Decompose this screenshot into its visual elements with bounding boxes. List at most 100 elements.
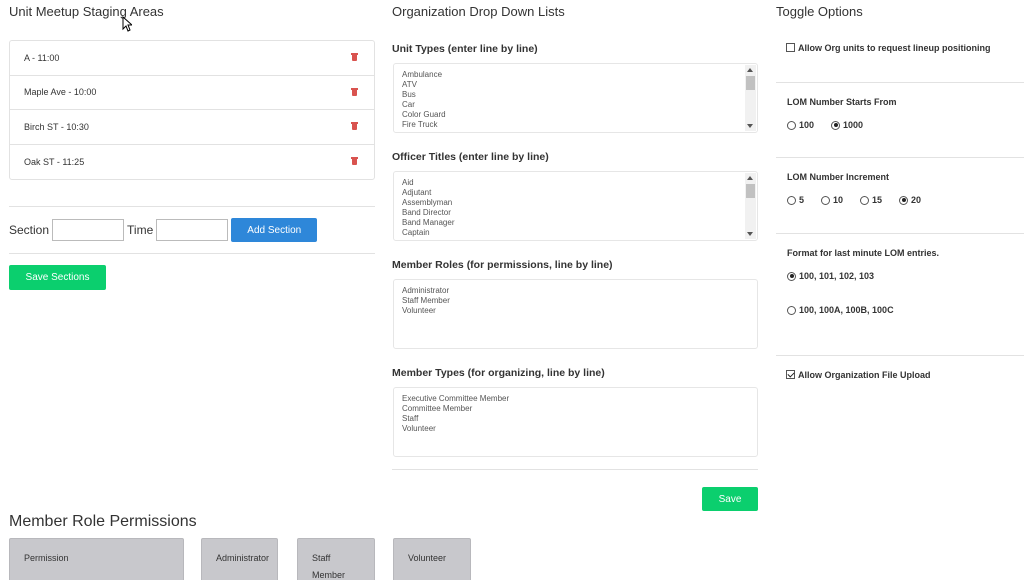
header-label: Staff Member [312, 553, 346, 580]
text-line: Ambulance [402, 70, 443, 79]
radio-label: 1000 [843, 120, 864, 130]
allow-lineup-label: Allow Org units to request lineup positi… [798, 43, 991, 53]
scroll-thumb[interactable] [746, 76, 755, 90]
add-section-button[interactable]: Add Section [231, 218, 318, 242]
radio-label: 20 [911, 195, 922, 205]
lom-start-radio-100[interactable] [787, 120, 796, 130]
lom-increment-radio-10[interactable] [821, 195, 831, 205]
divider [9, 206, 375, 207]
scroll-down-icon[interactable] [747, 124, 753, 128]
lom-start-label: LOM Number Starts From [787, 97, 897, 107]
time-label: Time [127, 223, 154, 237]
scrollbar[interactable] [745, 173, 756, 239]
text-line: Staff [402, 414, 419, 423]
text-line: Assemblyman [402, 198, 453, 207]
header-label: Permission [24, 553, 69, 563]
mouse-cursor-icon [122, 16, 132, 32]
allow-file-upload-checkbox[interactable] [786, 370, 795, 379]
save-sections-button[interactable]: Save Sections [9, 265, 106, 290]
volunteer-header: Volunteer [393, 538, 471, 580]
member-roles-label: Member Roles (for permissions, line by l… [392, 259, 613, 271]
member-types-label: Member Types (for organizing, line by li… [392, 367, 605, 379]
format-radio-numeric[interactable] [787, 271, 796, 281]
trash-icon[interactable] [351, 53, 358, 62]
text-line: Captain [402, 228, 430, 237]
member-types-textarea[interactable]: Executive Committee Member Committee Mem… [393, 387, 758, 457]
trash-icon[interactable] [351, 87, 358, 97]
staging-item-label: A - 11:00 [24, 52, 60, 63]
staging-item: Birch ST - 10:30 [10, 110, 374, 145]
text-line: Fire Truck [402, 120, 438, 129]
staging-item: Oak ST - 11:25 [10, 145, 374, 180]
text-line: Bus [402, 90, 416, 99]
text-line: Volunteer [402, 306, 436, 315]
divider [776, 233, 1024, 234]
lom-increment-options: 5 10 15 20 [787, 195, 921, 205]
divider [776, 157, 1024, 158]
staging-item-label: Maple Ave - 10:00 [24, 87, 97, 98]
header-label: Administrator [216, 553, 270, 563]
scroll-up-icon[interactable] [747, 176, 753, 180]
radio-label: 5 [799, 195, 805, 205]
toggles-title: Toggle Options [776, 4, 863, 19]
text-line: Band Director [402, 208, 451, 217]
lom-start-radio-1000[interactable] [831, 120, 841, 130]
text-line: Adjutant [402, 188, 432, 197]
dropdowns-title: Organization Drop Down Lists [392, 4, 565, 19]
text-line: Band Manager [402, 218, 455, 227]
officer-titles-textarea[interactable]: Aid Adjutant Assemblyman Band Director B… [393, 171, 758, 241]
allow-lineup-checkbox[interactable] [786, 43, 795, 52]
member-roles-textarea[interactable]: Administrator Staff Member Volunteer [393, 279, 758, 349]
time-input[interactable] [156, 219, 229, 241]
scrollbar[interactable] [745, 65, 756, 131]
permissions-title: Member Role Permissions [9, 513, 197, 530]
text-line: Color Guard [402, 110, 446, 119]
format-option-letter: 100, 100A, 100B, 100C [787, 305, 894, 315]
text-line: Car [402, 100, 415, 109]
trash-icon[interactable] [351, 122, 358, 131]
format-radio-letter[interactable] [787, 305, 796, 315]
text-line: Volunteer [402, 424, 436, 433]
radio-label: 10 [833, 195, 844, 205]
staging-title: Unit Meetup Staging Areas [9, 4, 164, 19]
text-line: Aid [402, 178, 414, 187]
text-line: Committee Member [402, 404, 473, 413]
staging-list: A - 11:00 Maple Ave - 10:00 Birch ST - 1… [9, 40, 375, 180]
allow-lineup-option[interactable]: Allow Org units to request lineup positi… [786, 43, 991, 53]
divider [9, 253, 375, 254]
permission-header: Permission [9, 538, 184, 580]
scroll-up-icon[interactable] [747, 68, 753, 72]
unit-types-label: Unit Types (enter line by line) [392, 43, 538, 55]
lom-start-options: 100 1000 [787, 120, 863, 130]
administrator-header: Administrator [201, 538, 278, 580]
divider [392, 469, 758, 470]
radio-label: 100, 101, 102, 103 [799, 271, 875, 281]
officer-titles-label: Officer Titles (enter line by line) [392, 151, 549, 163]
allow-file-upload-label: Allow Organization File Upload [798, 370, 931, 380]
staging-item-label: Oak ST - 11:25 [24, 156, 85, 167]
format-option-numeric: 100, 101, 102, 103 [787, 271, 874, 281]
section-label: Section [9, 223, 50, 237]
unit-types-textarea[interactable]: Ambulance ATV Bus Car Color Guard Fire T… [393, 63, 758, 133]
lom-increment-radio-5[interactable] [787, 195, 796, 205]
divider [776, 355, 1024, 356]
trash-icon[interactable] [351, 157, 358, 166]
scroll-down-icon[interactable] [747, 232, 753, 236]
scroll-thumb[interactable] [746, 184, 755, 198]
lom-increment-radio-20[interactable] [899, 195, 909, 205]
staging-item: Maple Ave - 10:00 [10, 76, 374, 110]
add-section-row: Section Time Add Section [9, 218, 318, 242]
text-line: Administrator [402, 286, 450, 295]
staging-item: A - 11:00 [10, 41, 374, 76]
radio-label: 15 [872, 195, 883, 205]
divider [776, 82, 1024, 83]
save-lists-button[interactable]: Save [702, 487, 758, 511]
header-label: Volunteer [408, 553, 447, 563]
lom-increment-label: LOM Number Increment [787, 172, 890, 182]
text-line: ATV [402, 80, 417, 89]
staff-member-header: Staff Member [297, 538, 375, 580]
allow-file-upload-option[interactable]: Allow Organization File Upload [786, 370, 931, 380]
last-minute-format-label: Format for last minute LOM entries. [787, 248, 940, 258]
section-input[interactable] [52, 219, 125, 241]
lom-increment-radio-15[interactable] [860, 195, 870, 205]
